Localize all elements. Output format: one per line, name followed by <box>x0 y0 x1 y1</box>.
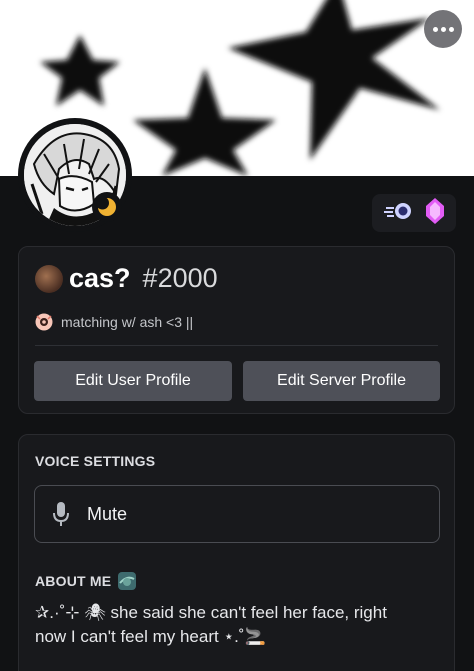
badge-list <box>372 194 456 232</box>
about-me-line: ✰.·˚⊹ 🕷 she said she can't feel her face… <box>35 603 387 622</box>
custom-status[interactable]: matching w/ ash <3 || <box>35 313 193 331</box>
about-me-text: ✰.·˚⊹ 🕷 she said she can't feel her face… <box>35 601 435 649</box>
idle-moon-icon <box>96 196 116 216</box>
more-options-button[interactable] <box>424 10 462 48</box>
boost-gem-icon[interactable] <box>425 197 445 230</box>
status-indicator <box>92 192 122 222</box>
planet-emoji-icon <box>118 572 137 590</box>
server-avatar-icon <box>35 264 63 293</box>
emoji-status-icon <box>35 313 53 331</box>
banner-star <box>40 35 120 106</box>
banner-star <box>228 0 440 160</box>
microphone-icon <box>53 502 69 526</box>
settings-card: VOICE SETTINGS Mute ABOUT ME ✰.·˚⊹ 🕷 she… <box>18 434 455 671</box>
banner-star <box>133 68 276 176</box>
edit-server-profile-button[interactable]: Edit Server Profile <box>243 361 440 401</box>
name-row: cas? #2000 <box>35 263 218 294</box>
edit-user-profile-button[interactable]: Edit User Profile <box>34 361 232 401</box>
about-me-title: ABOUT ME <box>35 573 112 589</box>
display-name: cas? <box>69 263 131 293</box>
more-horizontal-icon <box>432 26 438 32</box>
discriminator: #2000 <box>142 263 218 293</box>
about-me-heading: ABOUT ME <box>35 571 137 591</box>
nitro-badge-icon[interactable] <box>383 200 414 227</box>
divider <box>35 345 438 346</box>
custom-status-text: matching w/ ash <3 || <box>61 314 194 330</box>
mute-button[interactable]: Mute <box>34 485 440 543</box>
voice-settings-heading: VOICE SETTINGS <box>35 453 156 469</box>
profile-card: cas? #2000 matching w/ ash <3 || Edit Us… <box>18 246 455 414</box>
mute-label: Mute <box>87 503 128 524</box>
about-me-line: now I can't feel my heart ⋆.˚🚬 <box>35 627 266 646</box>
